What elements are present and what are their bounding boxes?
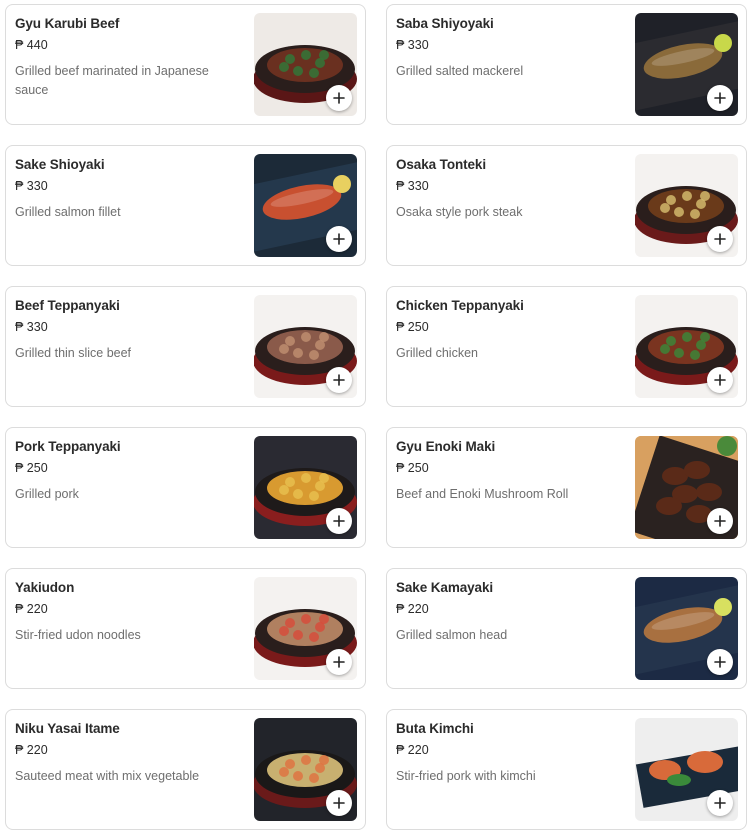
plus-icon: [333, 656, 345, 668]
add-to-cart-button[interactable]: [707, 85, 733, 111]
menu-item-price: ₱ 220: [396, 602, 429, 616]
add-to-cart-button[interactable]: [326, 508, 352, 534]
menu-item-photo: [254, 718, 357, 821]
menu-item-photo: [635, 718, 738, 821]
menu-item-price: ₱ 250: [396, 461, 429, 475]
menu-item-card[interactable]: Chicken Teppanyaki ₱ 250 Grilled chicken: [386, 286, 747, 407]
menu-item-description: Osaka style pork steak: [396, 205, 523, 219]
plus-icon: [714, 515, 726, 527]
plus-icon: [714, 656, 726, 668]
plus-icon: [333, 374, 345, 386]
menu-item-photo: [254, 13, 357, 116]
menu-item-photo: [635, 295, 738, 398]
menu-item-price: ₱ 250: [15, 461, 48, 475]
menu-item-card[interactable]: Osaka Tonteki ₱ 330 Osaka style pork steak: [386, 145, 747, 266]
menu-item-price: ₱ 220: [396, 743, 429, 757]
add-to-cart-button[interactable]: [326, 226, 352, 252]
add-to-cart-button[interactable]: [326, 367, 352, 393]
menu-item-photo: [635, 436, 738, 539]
menu-grid: Gyu Karubi Beef ₱ 440 Grilled beef marinat…: [5, 4, 747, 830]
menu-item-name: Niku Yasai Itame: [15, 721, 120, 736]
menu-item-photo: [635, 154, 738, 257]
menu-item-info: Gyu Karubi Beef ₱ 440 Grilled beef marinat…: [15, 15, 240, 100]
plus-icon: [333, 233, 345, 245]
menu-item-photo: [254, 154, 357, 257]
menu-item-description: Grilled salted mackerel: [396, 64, 524, 78]
add-to-cart-button[interactable]: [707, 226, 733, 252]
menu-item-name: Saba Shiyoyaki: [396, 16, 494, 31]
menu-item-name: Chicken Teppanyaki: [396, 298, 524, 313]
menu-item-card[interactable]: Gyu Karubi Beef ₱ 440 Grilled beef marinat…: [5, 4, 366, 125]
menu-item-price: ₱ 250: [396, 320, 429, 334]
menu-item-card[interactable]: Niku Yasai Itame ₱ 220 Sauteed meat with m…: [5, 709, 366, 830]
menu-item-description: Sauteed meat with mix vegetable: [15, 769, 200, 783]
add-to-cart-button[interactable]: [707, 367, 733, 393]
menu-item-name: Sake Kamayaki: [396, 580, 494, 595]
add-to-cart-button[interactable]: [707, 649, 733, 675]
menu-item-description: Stir-fried udon noodles: [15, 628, 141, 642]
menu-item-info: Osaka Tonteki ₱ 330 Osaka style pork steak: [396, 156, 621, 222]
plus-icon: [333, 515, 345, 527]
menu-item-name: Beef Teppanyaki: [15, 298, 120, 313]
plus-icon: [714, 233, 726, 245]
menu-item-name: Gyu Karubi Beef: [15, 16, 120, 31]
menu-item-description: Grilled pork: [15, 487, 79, 501]
plus-icon: [333, 92, 345, 104]
menu-item-description: Grilled thin slice beef: [15, 346, 132, 360]
menu-item-description: Grilled beef marinated in Japanese sauce: [15, 64, 209, 97]
add-to-cart-button[interactable]: [707, 790, 733, 816]
menu-item-card[interactable]: Saba Shiyoyaki ₱ 330 Grilled salted macker…: [386, 4, 747, 125]
add-to-cart-button[interactable]: [326, 790, 352, 816]
menu-item-card[interactable]: Sake Kamayaki ₱ 220 Grilled salmon head: [386, 568, 747, 689]
menu-item-name: Yakiudon: [15, 580, 75, 595]
menu-item-name: Sake Shioyaki: [15, 157, 105, 172]
menu-item-info: Saba Shiyoyaki ₱ 330 Grilled salted macker…: [396, 15, 621, 81]
menu-item-card[interactable]: Buta Kimchi ₱ 220 Stir-fried pork with kim…: [386, 709, 747, 830]
menu-item-info: Beef Teppanyaki ₱ 330 Grilled thin slice b…: [15, 297, 240, 363]
menu-item-description: Grilled chicken: [396, 346, 478, 360]
menu-item-price: ₱ 440: [15, 38, 48, 52]
menu-item-photo: [635, 13, 738, 116]
menu-item-description: Grilled salmon fillet: [15, 205, 121, 219]
menu-item-info: Sake Shioyaki ₱ 330 Grilled salmon fillet: [15, 156, 240, 222]
menu-item-name: Buta Kimchi: [396, 721, 474, 736]
menu-item-card[interactable]: Beef Teppanyaki ₱ 330 Grilled thin slice b…: [5, 286, 366, 407]
plus-icon: [333, 797, 345, 809]
menu-item-description: Stir-fried pork with kimchi: [396, 769, 536, 783]
add-to-cart-button[interactable]: [326, 85, 352, 111]
menu-item-photo: [254, 295, 357, 398]
plus-icon: [714, 92, 726, 104]
plus-icon: [714, 797, 726, 809]
menu-item-price: ₱ 330: [396, 179, 429, 193]
menu-item-card[interactable]: Yakiudon ₱ 220 Stir-fried udon noodles: [5, 568, 366, 689]
add-to-cart-button[interactable]: [326, 649, 352, 675]
menu-item-info: Gyu Enoki Maki ₱ 250 Beef and Enoki Mushro…: [396, 438, 621, 504]
menu-item-info: Sake Kamayaki ₱ 220 Grilled salmon head: [396, 579, 621, 645]
menu-item-description: Grilled salmon head: [396, 628, 508, 642]
menu-item-card[interactable]: Gyu Enoki Maki ₱ 250 Beef and Enoki Mushro…: [386, 427, 747, 548]
menu-item-name: Osaka Tonteki: [396, 157, 486, 172]
plus-icon: [714, 374, 726, 386]
menu-item-price: ₱ 330: [396, 38, 429, 52]
menu-item-name: Pork Teppanyaki: [15, 439, 121, 454]
menu-item-photo: [254, 577, 357, 680]
menu-item-name: Gyu Enoki Maki: [396, 439, 496, 454]
menu-item-price: ₱ 330: [15, 179, 48, 193]
menu-item-info: Yakiudon ₱ 220 Stir-fried udon noodles: [15, 579, 240, 645]
menu-item-photo: [635, 577, 738, 680]
menu-item-card[interactable]: Pork Teppanyaki ₱ 250 Grilled pork: [5, 427, 366, 548]
menu-item-price: ₱ 220: [15, 743, 48, 757]
menu-item-description: Beef and Enoki Mushroom Roll: [396, 487, 569, 501]
menu-item-price: ₱ 220: [15, 602, 48, 616]
menu-item-info: Chicken Teppanyaki ₱ 250 Grilled chicken: [396, 297, 621, 363]
menu-item-photo: [254, 436, 357, 539]
menu-item-info: Buta Kimchi ₱ 220 Stir-fried pork with kim…: [396, 720, 621, 786]
menu-item-card[interactable]: Sake Shioyaki ₱ 330 Grilled salmon fillet: [5, 145, 366, 266]
menu-item-price: ₱ 330: [15, 320, 48, 334]
add-to-cart-button[interactable]: [707, 508, 733, 534]
menu-item-info: Niku Yasai Itame ₱ 220 Sauteed meat with m…: [15, 720, 240, 786]
menu-item-info: Pork Teppanyaki ₱ 250 Grilled pork: [15, 438, 240, 504]
